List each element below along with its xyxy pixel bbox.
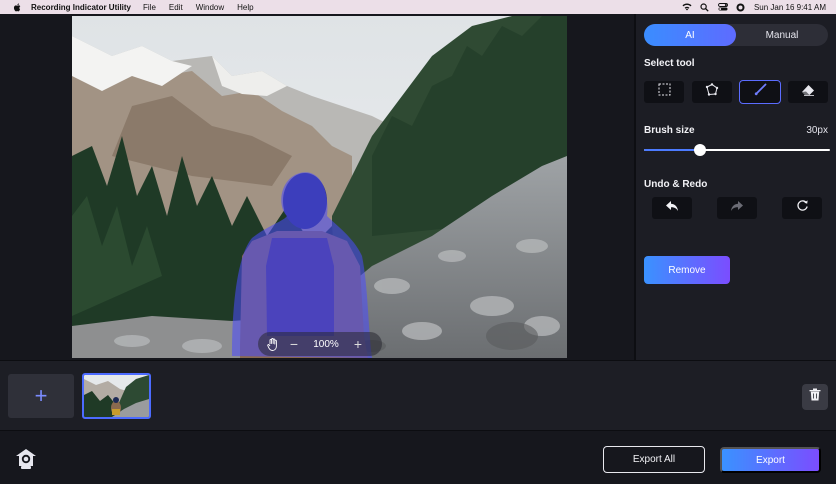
rect-select-icon (658, 83, 671, 101)
redo-icon (730, 199, 744, 217)
mode-switch: AI Manual (644, 24, 828, 46)
export-button[interactable]: Export (720, 447, 821, 473)
undo-redo-title: Undo & Redo (644, 179, 708, 190)
bottom-bar: Export All Export (0, 430, 836, 484)
undo-redo-row (652, 197, 822, 219)
menu-help[interactable]: Help (237, 3, 253, 12)
menu-edit[interactable]: Edit (169, 3, 183, 12)
tool-row (644, 80, 828, 104)
wifi-icon[interactable] (682, 3, 692, 12)
clock[interactable]: Sun Jan 16 9:41 AM (754, 3, 826, 12)
main-area: − 100% + AI Manual Select tool Brush siz… (0, 14, 836, 360)
lasso-tool[interactable] (692, 81, 732, 103)
delete-button[interactable] (802, 384, 828, 410)
control-center-icon[interactable] (717, 3, 728, 12)
slider-thumb[interactable] (693, 144, 706, 156)
menu-bar: Recording Indicator Utility File Edit Wi… (0, 0, 836, 14)
zoom-in-button[interactable]: + (348, 336, 368, 352)
brush-size-title: Brush size (644, 125, 695, 136)
menu-window[interactable]: Window (196, 3, 224, 12)
canvas-area: − 100% + (0, 14, 634, 360)
home-icon[interactable] (14, 447, 38, 471)
zoom-controls: − 100% + (258, 332, 382, 356)
reset-icon (796, 199, 809, 217)
eraser-tool[interactable] (788, 81, 828, 103)
slider-fill (644, 149, 700, 151)
lasso-icon (705, 83, 719, 101)
image-strip: + (0, 360, 836, 430)
reset-button[interactable] (782, 197, 822, 219)
tool-panel: AI Manual Select tool Brush size 30px Un… (636, 14, 836, 360)
tab-ai[interactable]: AI (644, 24, 736, 46)
select-tool-title: Select tool (644, 58, 695, 69)
image-thumbnail[interactable] (82, 373, 151, 419)
add-image-label: + (34, 383, 48, 408)
zoom-level: 100% (313, 338, 339, 350)
redo-button[interactable] (717, 197, 757, 219)
tab-manual[interactable]: Manual (736, 24, 828, 46)
edited-photo[interactable] (72, 16, 567, 358)
search-icon[interactable] (700, 2, 710, 12)
brush-icon (754, 83, 767, 101)
rect-select-tool[interactable] (644, 81, 684, 103)
app-name[interactable]: Recording Indicator Utility (31, 3, 131, 12)
remove-button[interactable]: Remove (644, 256, 730, 284)
zoom-out-button[interactable]: − (284, 336, 304, 352)
trash-icon (809, 388, 821, 406)
brush-size-slider[interactable] (644, 143, 830, 157)
undo-button[interactable] (652, 197, 692, 219)
undo-icon (665, 199, 679, 217)
brush-tool[interactable] (739, 80, 781, 104)
add-image-button[interactable]: + (8, 374, 74, 418)
hand-pan-icon[interactable] (262, 337, 284, 351)
menu-file[interactable]: File (143, 3, 156, 12)
apple-icon[interactable] (12, 3, 21, 12)
export-all-button[interactable]: Export All (603, 446, 705, 473)
eraser-icon (801, 83, 815, 101)
siri-icon[interactable] (736, 3, 746, 12)
brush-size-value: 30px (806, 125, 828, 136)
